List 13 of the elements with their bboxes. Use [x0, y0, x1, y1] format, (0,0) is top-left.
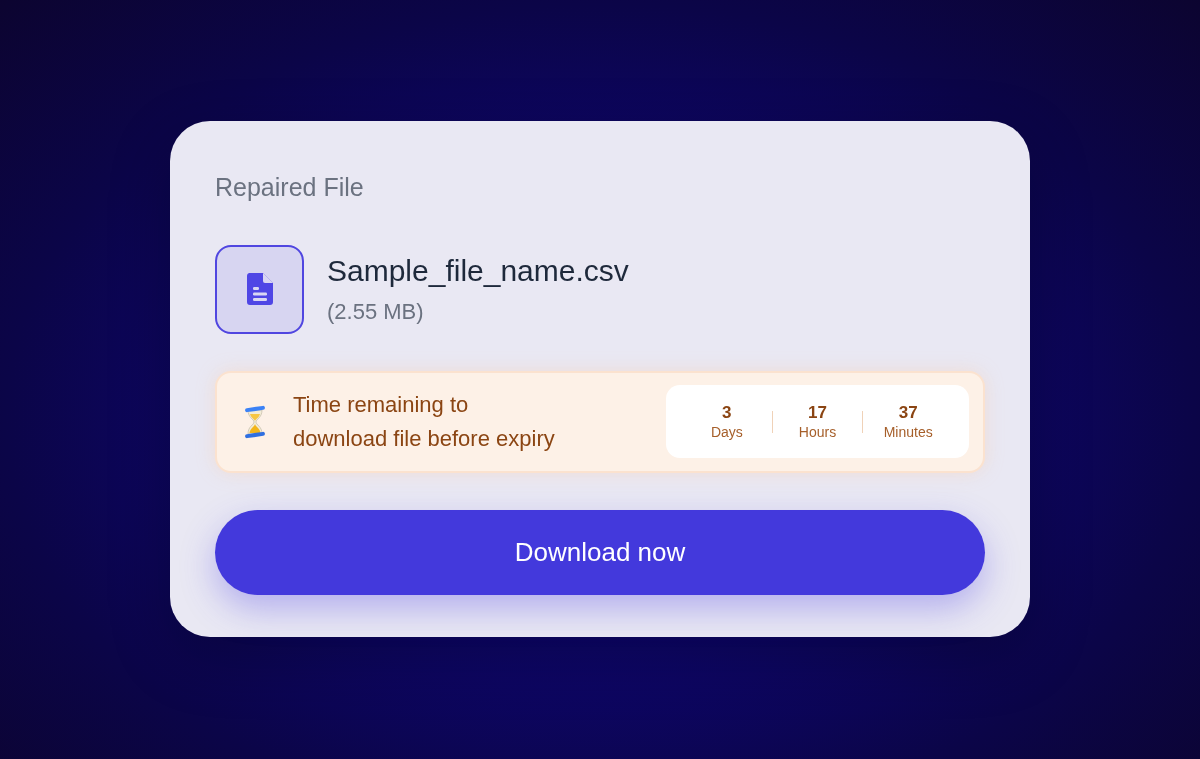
file-size: (2.55 MB)	[327, 297, 425, 326]
countdown-value: 17	[808, 402, 827, 423]
hourglass-icon	[243, 404, 267, 439]
countdown-unit: Hours	[798, 422, 837, 441]
countdown-value: 37	[898, 402, 918, 423]
download-button[interactable]: Download now	[215, 509, 985, 595]
card-title: Repaired File	[215, 171, 365, 203]
file-name: Sample_file_name.csv	[327, 252, 629, 289]
countdown-unit: Minutes	[883, 422, 933, 441]
countdown-value: 3	[722, 402, 732, 423]
countdown-unit: Days	[710, 422, 743, 441]
document-icon	[245, 272, 274, 306]
expiry-message: Time remaining to download file before expiry	[293, 390, 555, 453]
